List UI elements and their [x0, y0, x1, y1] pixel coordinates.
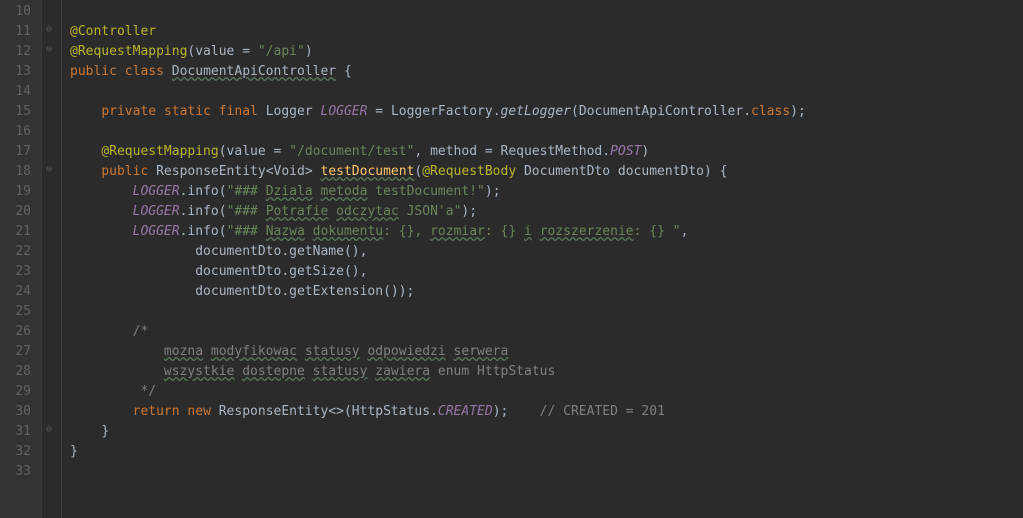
line-number: 29 [8, 382, 31, 402]
code-line[interactable] [70, 82, 1023, 102]
code-line[interactable] [70, 122, 1023, 142]
line-number: 21 [8, 222, 31, 242]
line-number: 28 [8, 362, 31, 382]
line-number: 15 [8, 102, 31, 122]
class-name: DocumentApiController [172, 64, 336, 79]
line-number: 17 [8, 142, 31, 162]
code-line[interactable]: documentDto.getName(), [70, 242, 1023, 262]
line-number: 22 [8, 242, 31, 262]
code-line[interactable]: mozna modyfikowac statusy odpowiedzi ser… [70, 342, 1023, 362]
annotation: @Controller [70, 24, 156, 39]
fold-marker-icon[interactable]: ⊖ [46, 162, 52, 177]
code-line[interactable]: private static final Logger LOGGER = Log… [70, 102, 1023, 122]
fold-marker-icon[interactable]: ⊖ [46, 42, 52, 57]
method-name: testDocument [320, 164, 414, 179]
code-line[interactable]: return new ResponseEntity<>(HttpStatus.C… [70, 402, 1023, 422]
fold-marker-icon[interactable]: ⊖ [46, 22, 52, 37]
code-line[interactable]: LOGGER.info("### Dziala metoda testDocum… [70, 182, 1023, 202]
line-number: 18 [8, 162, 31, 182]
code-line[interactable]: public ResponseEntity<Void> testDocument… [70, 162, 1023, 182]
line-number: 16 [8, 122, 31, 142]
line-number: 12 [8, 42, 31, 62]
code-line[interactable]: public class DocumentApiController { [70, 62, 1023, 82]
line-number: 11 [8, 22, 31, 42]
code-line[interactable]: documentDto.getSize(), [70, 262, 1023, 282]
line-number: 10 [8, 2, 31, 22]
line-number: 30 [8, 402, 31, 422]
fold-marker-icon[interactable]: ⊖ [46, 422, 52, 437]
code-content[interactable]: @Controller @RequestMapping(value = "/ap… [60, 0, 1023, 518]
code-line[interactable]: documentDto.getExtension()); [70, 282, 1023, 302]
code-line[interactable]: @Controller [70, 22, 1023, 42]
code-line[interactable]: LOGGER.info("### Potrafie odczytac JSON'… [70, 202, 1023, 222]
line-number: 19 [8, 182, 31, 202]
code-line[interactable]: } [70, 422, 1023, 442]
line-number: 26 [8, 322, 31, 342]
code-line[interactable] [70, 2, 1023, 22]
line-number: 24 [8, 282, 31, 302]
code-line[interactable] [70, 462, 1023, 482]
code-line[interactable]: @RequestMapping(value = "/document/test"… [70, 142, 1023, 162]
code-line[interactable]: */ [70, 382, 1023, 402]
line-number: 31 [8, 422, 31, 442]
line-number-gutter: 10 11 12 13 14 15 16 17 18 19 20 21 22 2… [0, 0, 42, 518]
code-line[interactable]: wszystkie dostepne statusy zawiera enum … [70, 362, 1023, 382]
line-number: 25 [8, 302, 31, 322]
line-number: 13 [8, 62, 31, 82]
code-line[interactable]: } [70, 442, 1023, 462]
line-number: 33 [8, 462, 31, 482]
code-editor[interactable]: 10 11 12 13 14 15 16 17 18 19 20 21 22 2… [0, 0, 1023, 518]
annotation: @RequestMapping [70, 44, 187, 59]
line-number: 20 [8, 202, 31, 222]
code-line[interactable]: /* [70, 322, 1023, 342]
line-number: 32 [8, 442, 31, 462]
code-line[interactable]: LOGGER.info("### Nazwa dokumentu: {}, ro… [70, 222, 1023, 242]
line-number: 27 [8, 342, 31, 362]
line-number: 23 [8, 262, 31, 282]
fold-gutter[interactable]: ⊖ ⊖ ⊖ ⊖ [42, 0, 62, 518]
line-number: 14 [8, 82, 31, 102]
code-line[interactable] [70, 302, 1023, 322]
code-line[interactable]: @RequestMapping(value = "/api") [70, 42, 1023, 62]
